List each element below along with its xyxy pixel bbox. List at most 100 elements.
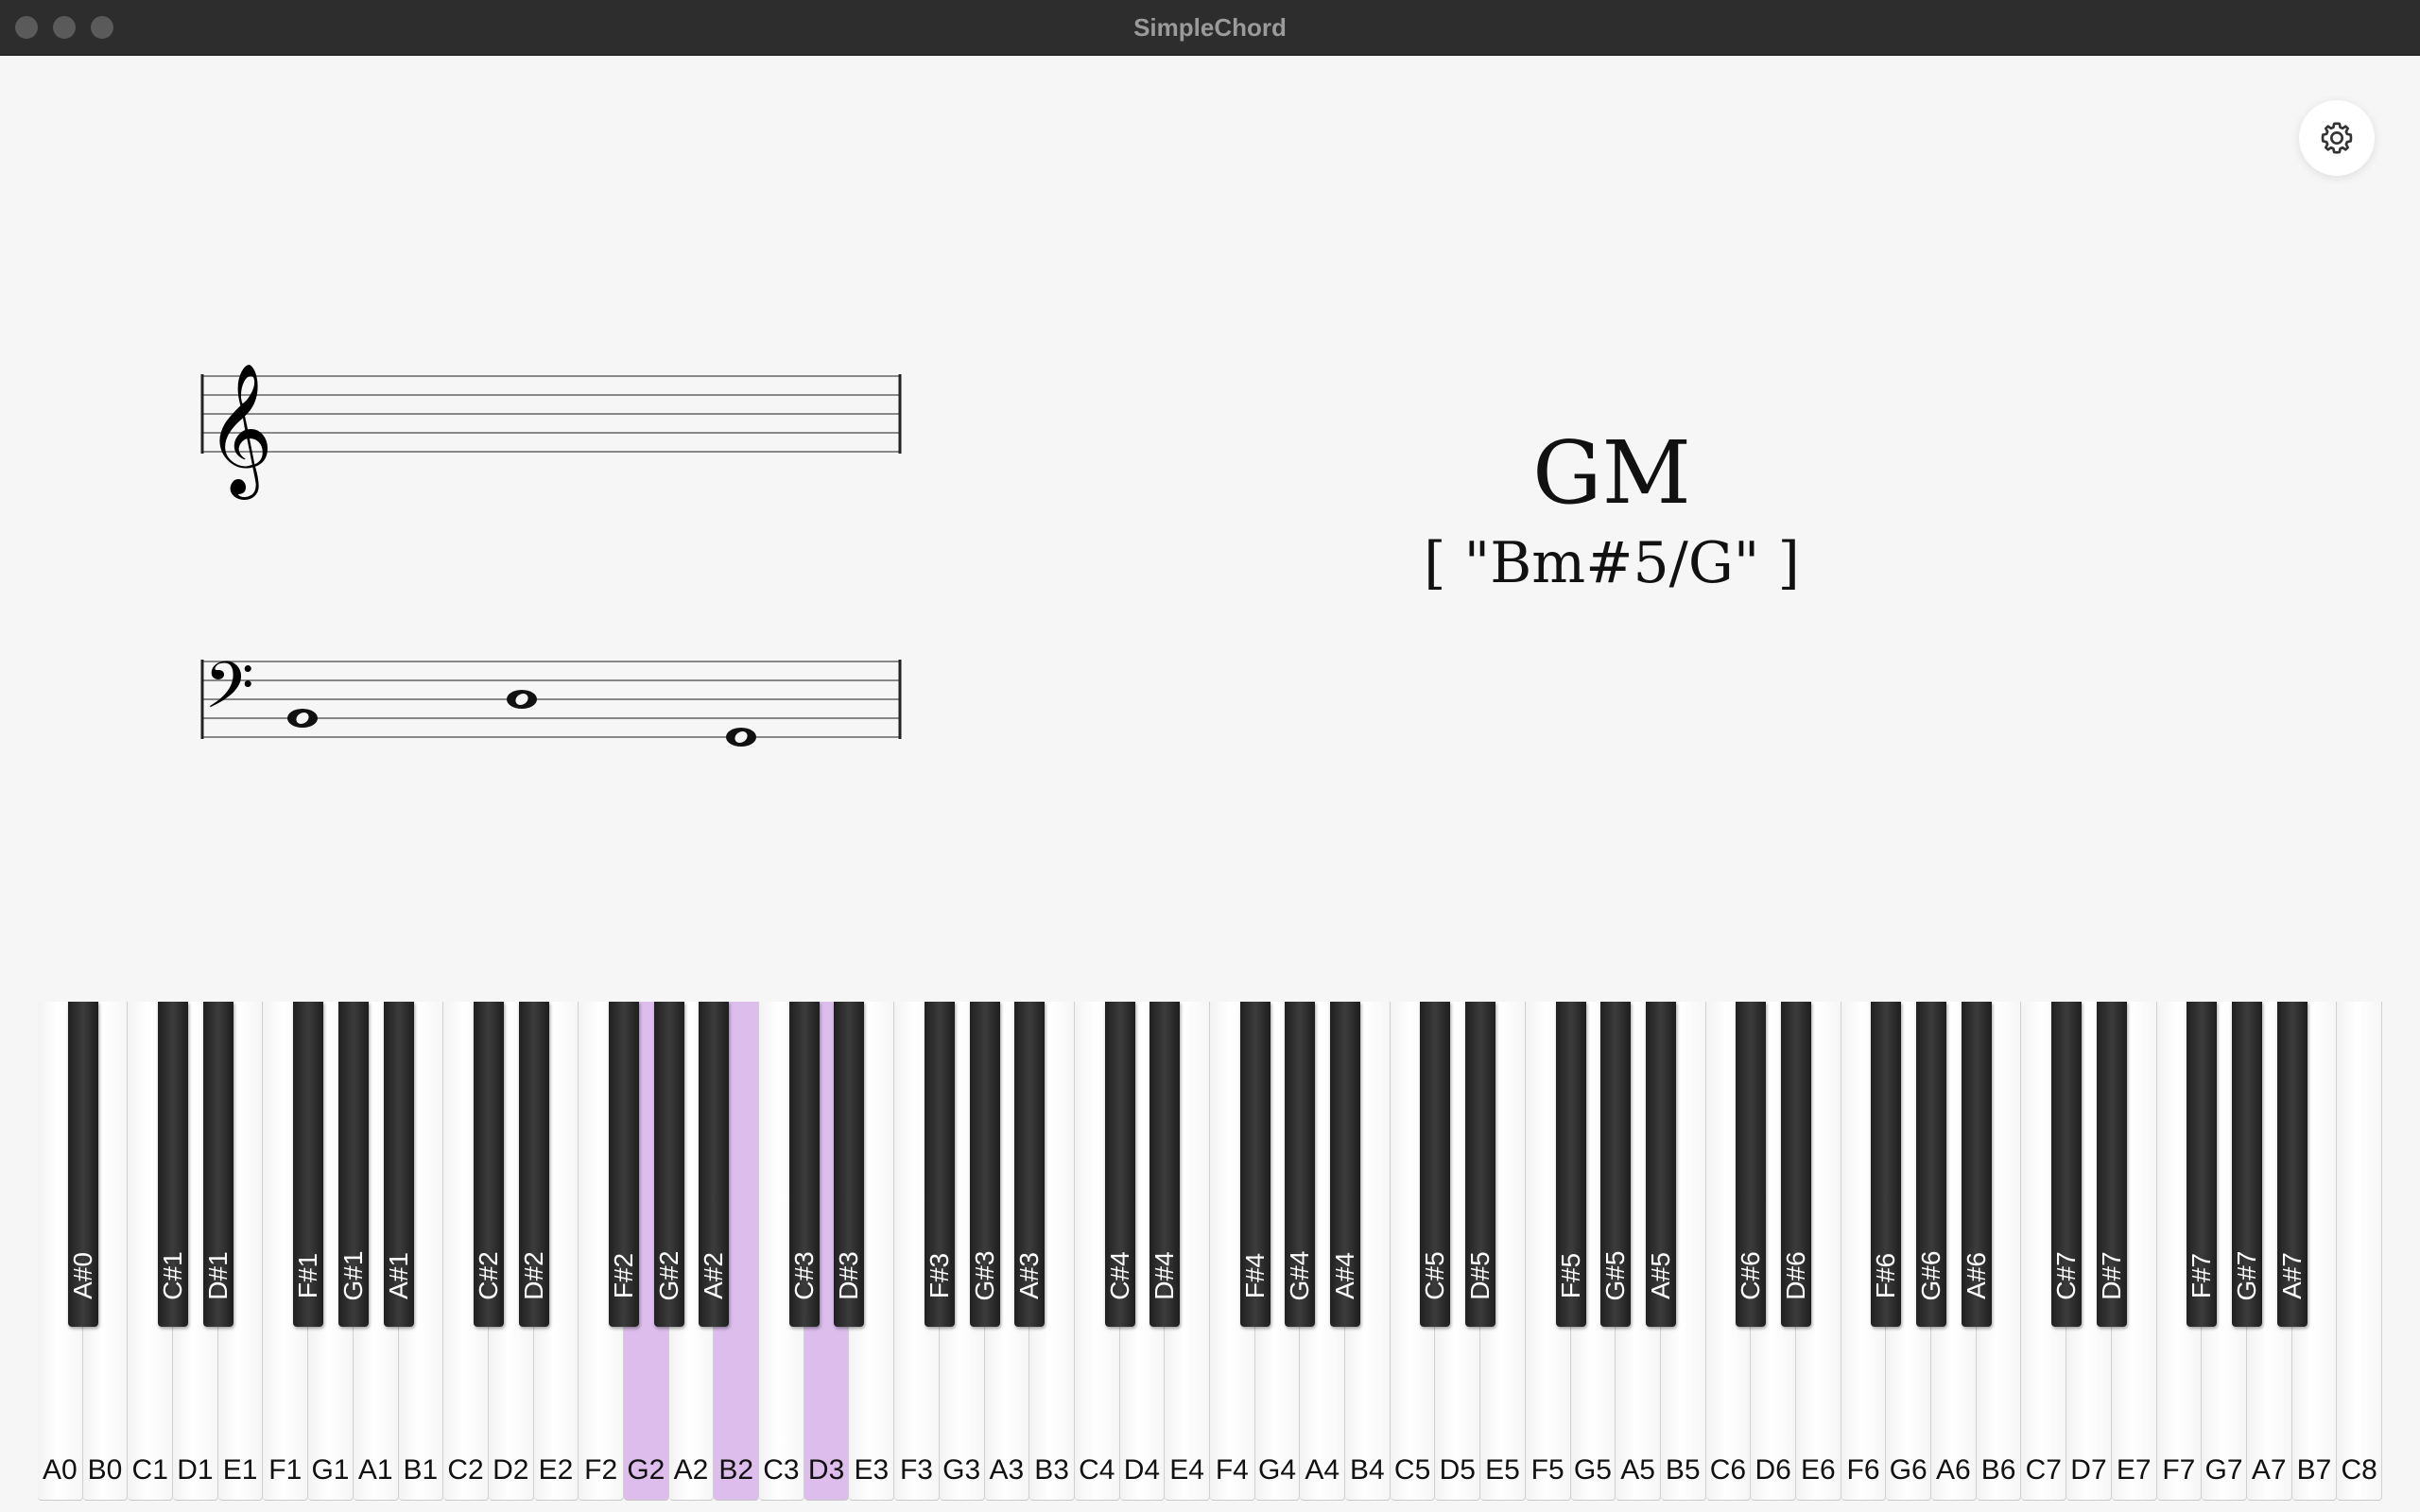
key-label: A#7 [2276,1252,2307,1299]
black-key-d-sharp-5[interactable]: D#5 [1465,1002,1496,1327]
black-key-d-sharp-7[interactable]: D#7 [2096,1002,2127,1327]
chord-name: GM [1532,422,1691,524]
black-key-g-sharp-4[interactable]: G#4 [1285,1002,1316,1327]
black-key-f-sharp-6[interactable]: F#6 [1871,1002,1902,1327]
key-label: A#2 [699,1252,729,1299]
key-label: G#1 [337,1250,368,1301]
key-label: A6 [1936,1454,1971,1486]
key-label: E7 [2116,1454,2152,1486]
black-key-g-sharp-5[interactable]: G#5 [1600,1002,1632,1327]
black-key-g-sharp-1[interactable]: G#1 [337,1002,369,1327]
key-label: E4 [1169,1454,1204,1486]
key-label: D4 [1123,1454,1161,1486]
key-label: E1 [222,1454,258,1486]
key-label: G1 [311,1454,350,1486]
bass-clef-icon: 𝄢 [204,649,254,739]
black-key-a-sharp-7[interactable]: A#7 [2276,1002,2308,1327]
key-label: C#7 [2051,1251,2082,1300]
key-label: B6 [1980,1454,2016,1486]
key-label: G6 [1889,1454,1927,1486]
black-key-c-sharp-1[interactable]: C#1 [158,1002,189,1327]
key-label: C4 [1079,1454,1115,1486]
black-key-g-sharp-3[interactable]: G#3 [969,1002,1000,1327]
key-label: F5 [1530,1454,1564,1486]
black-key-c-sharp-5[interactable]: C#5 [1420,1002,1451,1327]
black-key-g-sharp-7[interactable]: G#7 [2231,1002,2262,1327]
key-label: F#1 [293,1252,323,1299]
black-key-f-sharp-3[interactable]: F#3 [924,1002,955,1327]
key-label: F1 [268,1454,302,1486]
key-label: D#7 [2096,1251,2126,1300]
black-key-a-sharp-1[interactable]: A#1 [383,1002,414,1327]
key-label: C8 [2341,1454,2377,1486]
key-label: B0 [87,1454,123,1486]
white-key-c8[interactable]: C8 [2337,1002,2382,1501]
black-key-d-sharp-3[interactable]: D#3 [834,1002,865,1327]
key-label: E3 [854,1454,890,1486]
key-label: A4 [1305,1454,1340,1486]
key-label: D#4 [1150,1251,1180,1300]
black-key-c-sharp-6[interactable]: C#6 [1736,1002,1767,1327]
key-label: D7 [2070,1454,2107,1486]
key-label: D2 [493,1454,529,1486]
key-label: B2 [718,1454,754,1486]
treble-staff: 𝄞 [200,363,902,500]
key-label: D6 [1754,1454,1791,1486]
black-key-d-sharp-4[interactable]: D#4 [1150,1002,1181,1327]
key-label: G#7 [2231,1250,2261,1301]
key-label: G#3 [969,1250,999,1301]
key-label: A#4 [1330,1252,1360,1299]
black-key-a-sharp-4[interactable]: A#4 [1330,1002,1361,1327]
black-key-f-sharp-7[interactable]: F#7 [2187,1002,2218,1327]
black-key-c-sharp-7[interactable]: C#7 [2051,1002,2083,1327]
black-key-c-sharp-4[interactable]: C#4 [1104,1002,1135,1327]
black-key-d-sharp-2[interactable]: D#2 [518,1002,549,1327]
chord-alternatives: [ "Bm#5/G" ] [1424,530,1800,596]
key-label: D#5 [1465,1251,1495,1300]
key-label: C#2 [473,1251,503,1300]
black-key-d-sharp-6[interactable]: D#6 [1781,1002,1811,1327]
key-label: C7 [2025,1454,2062,1486]
bass-staff: 𝄢 [200,649,902,747]
key-label: E6 [1800,1454,1836,1486]
black-key-g-sharp-2[interactable]: G#2 [653,1002,684,1327]
key-label: F#3 [924,1252,954,1299]
black-key-a-sharp-5[interactable]: A#5 [1645,1002,1676,1327]
black-key-a-sharp-2[interactable]: A#2 [699,1002,730,1327]
key-label: F#6 [1871,1252,1901,1299]
black-key-c-sharp-3[interactable]: C#3 [788,1002,820,1327]
black-key-a-sharp-0[interactable]: A#0 [67,1002,98,1327]
key-label: F4 [1215,1454,1249,1486]
key-label: B3 [1034,1454,1069,1486]
key-label: F6 [1846,1454,1880,1486]
key-label: F#7 [2187,1252,2217,1299]
whole-note-b2 [507,690,537,709]
black-key-d-sharp-1[interactable]: D#1 [202,1002,233,1327]
black-key-g-sharp-6[interactable]: G#6 [1916,1002,1947,1327]
key-label: D#1 [202,1251,233,1300]
key-label: D1 [177,1454,214,1486]
black-key-a-sharp-3[interactable]: A#3 [1014,1002,1046,1327]
black-key-a-sharp-6[interactable]: A#6 [1961,1002,1992,1327]
key-label: D5 [1439,1454,1476,1486]
whole-note-d3 [726,728,756,747]
key-label: D#2 [518,1251,548,1300]
black-key-f-sharp-1[interactable]: F#1 [293,1002,324,1327]
key-label: A#6 [1961,1252,1991,1299]
key-label: C6 [1709,1454,1747,1486]
key-label: C#4 [1104,1251,1134,1300]
key-label: B5 [1665,1454,1701,1486]
black-key-c-sharp-2[interactable]: C#2 [473,1002,504,1327]
black-key-f-sharp-2[interactable]: F#2 [609,1002,639,1327]
key-label: B4 [1350,1454,1385,1486]
key-label: A3 [989,1454,1025,1486]
black-key-f-sharp-5[interactable]: F#5 [1555,1002,1586,1327]
key-label: C5 [1393,1454,1431,1486]
key-label: A#3 [1014,1252,1045,1299]
key-label: E5 [1485,1454,1520,1486]
black-key-f-sharp-4[interactable]: F#4 [1239,1002,1270,1327]
key-label: B1 [403,1454,439,1486]
key-label: A#5 [1645,1252,1675,1299]
key-label: B7 [2296,1454,2332,1486]
key-label: A0 [42,1454,78,1486]
